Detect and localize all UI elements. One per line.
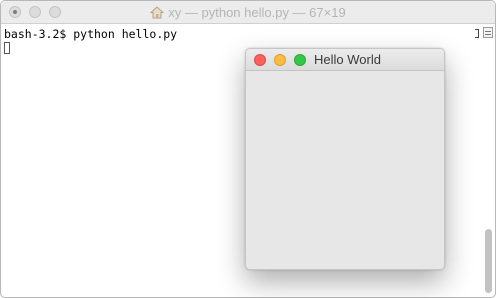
hello-world-body xyxy=(246,71,444,269)
hello-world-title: Hello World xyxy=(314,52,381,67)
scroll-split-icon[interactable] xyxy=(483,27,493,38)
terminal-content[interactable]: bash-3.2$ python hello.py xyxy=(4,27,177,57)
terminal-line: bash-3.2$ python hello.py xyxy=(4,27,178,41)
terminal-titlebar[interactable]: xy — python hello.py — 67×19 xyxy=(1,1,495,24)
terminal-title-area: xy — python hello.py — 67×19 xyxy=(1,1,495,24)
terminal-cursor xyxy=(4,42,10,54)
hello-world-titlebar[interactable]: Hello World xyxy=(246,49,444,71)
home-icon xyxy=(150,6,165,19)
terminal-title: xy — python hello.py — 67×19 xyxy=(168,5,346,20)
hello-minimize-button[interactable] xyxy=(274,54,286,66)
hello-close-button[interactable] xyxy=(254,54,266,66)
scrollbar-thumb[interactable] xyxy=(485,229,492,293)
bracket-marker-icon xyxy=(475,29,479,38)
hello-world-window[interactable]: Hello World xyxy=(245,48,445,270)
hello-zoom-button[interactable] xyxy=(294,54,306,66)
